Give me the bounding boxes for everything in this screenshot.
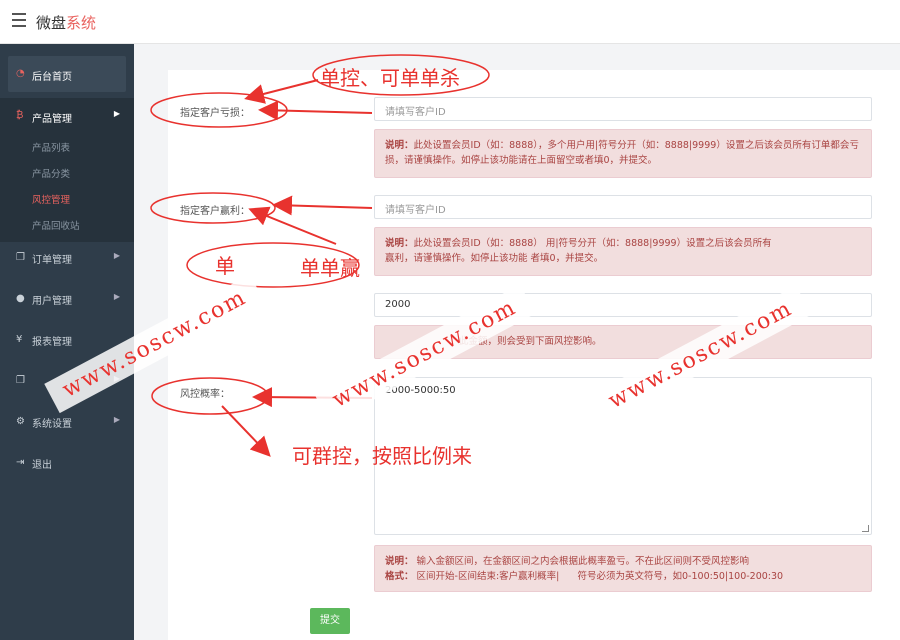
win-customer-input[interactable]: 请填写客户ID xyxy=(374,195,872,219)
loss-note: 说明：此处设置会员ID（如：8888），多个用户用|符号分开（如：8888|99… xyxy=(374,129,872,178)
submit-button[interactable]: 提交 xyxy=(310,608,350,634)
loss-label: 指定客户亏损： xyxy=(180,108,250,119)
brand-title: 微盘系统 xyxy=(36,14,97,32)
gear-icon: ⚙ xyxy=(16,416,25,427)
submenu-product-category[interactable]: 产品分类 xyxy=(32,166,70,180)
sidebar: ◔ 后台首页 ₿ 产品管理 ▶ 产品列表 产品分类 风控管理 产品回收站 ❐ 订… xyxy=(0,44,134,640)
sidebar-item-settings[interactable]: ⚙ 系统设置 ▶ xyxy=(0,406,134,438)
yen-icon: ¥ xyxy=(16,334,23,345)
resize-handle-icon[interactable] xyxy=(862,525,869,532)
annotation-single-win-b: 单单赢 xyxy=(300,256,360,280)
loss-customer-input[interactable]: 请填写客户ID xyxy=(374,97,872,121)
win-label: 指定客户赢利： xyxy=(180,206,250,217)
sidebar-item-product[interactable]: ₿ 产品管理 ▶ xyxy=(0,98,134,134)
sidebar-item-orders[interactable]: ❐ 订单管理 ▶ xyxy=(0,242,134,274)
rate-note: 说明： 输入金额区间，在金额区间之内会根据此概率盈亏。不在此区间则不受风控影响格… xyxy=(374,545,872,592)
chevron-right-icon: ▶ xyxy=(113,251,120,260)
chevron-right-icon: ▶ xyxy=(113,109,120,118)
chevron-right-icon: ▶ xyxy=(113,415,120,424)
logout-icon: ⇥ xyxy=(16,457,25,468)
annotation-single-control: 单控、可单单杀 xyxy=(320,66,460,90)
top-bar: 微盘系统 xyxy=(0,0,900,44)
bitcoin-icon: ₿ xyxy=(16,110,24,121)
dashboard-icon: ◔ xyxy=(16,68,25,79)
submenu-product-list[interactable]: 产品列表 xyxy=(32,140,70,154)
chevron-right-icon: ▶ xyxy=(113,292,120,301)
submenu-product-recycle[interactable]: 产品回收站 xyxy=(32,218,80,232)
hamburger-menu-icon[interactable] xyxy=(12,13,26,27)
win-note: 说明：此处设置会员ID（如：8888） 用|符号分开（如：8888|9999）设… xyxy=(374,227,872,276)
copy-icon: ❐ xyxy=(16,375,25,386)
annotation-single-win-a: 单 xyxy=(215,254,235,278)
copy-icon: ❐ xyxy=(16,252,25,263)
sidebar-item-users[interactable]: ● 用户管理 ▶ xyxy=(0,283,134,315)
sidebar-item-home[interactable]: ◔ 后台首页 xyxy=(8,56,126,92)
rate-label: 风控概率： xyxy=(180,389,230,400)
product-submenu: 产品列表 产品分类 风控管理 产品回收站 xyxy=(0,134,134,242)
annotation-group-control: 可群控，按照比例来 xyxy=(292,444,472,468)
sidebar-item-logout[interactable]: ⇥ 退出 xyxy=(0,447,134,479)
user-icon: ● xyxy=(16,293,25,304)
submenu-risk-control[interactable]: 风控管理 xyxy=(32,192,70,206)
